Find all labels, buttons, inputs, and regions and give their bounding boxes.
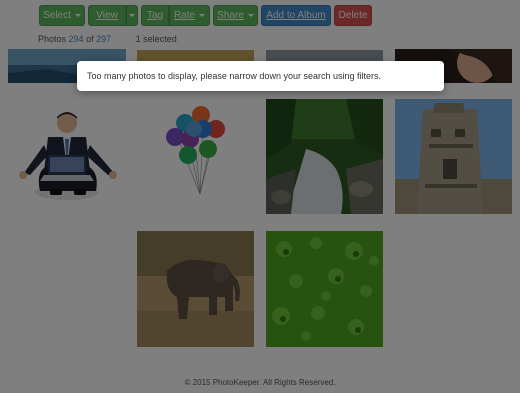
- notice-message: Too many photos to display, please narro…: [87, 71, 381, 81]
- modal-backdrop[interactable]: [0, 0, 520, 393]
- too-many-photos-notice: Too many photos to display, please narro…: [77, 61, 444, 91]
